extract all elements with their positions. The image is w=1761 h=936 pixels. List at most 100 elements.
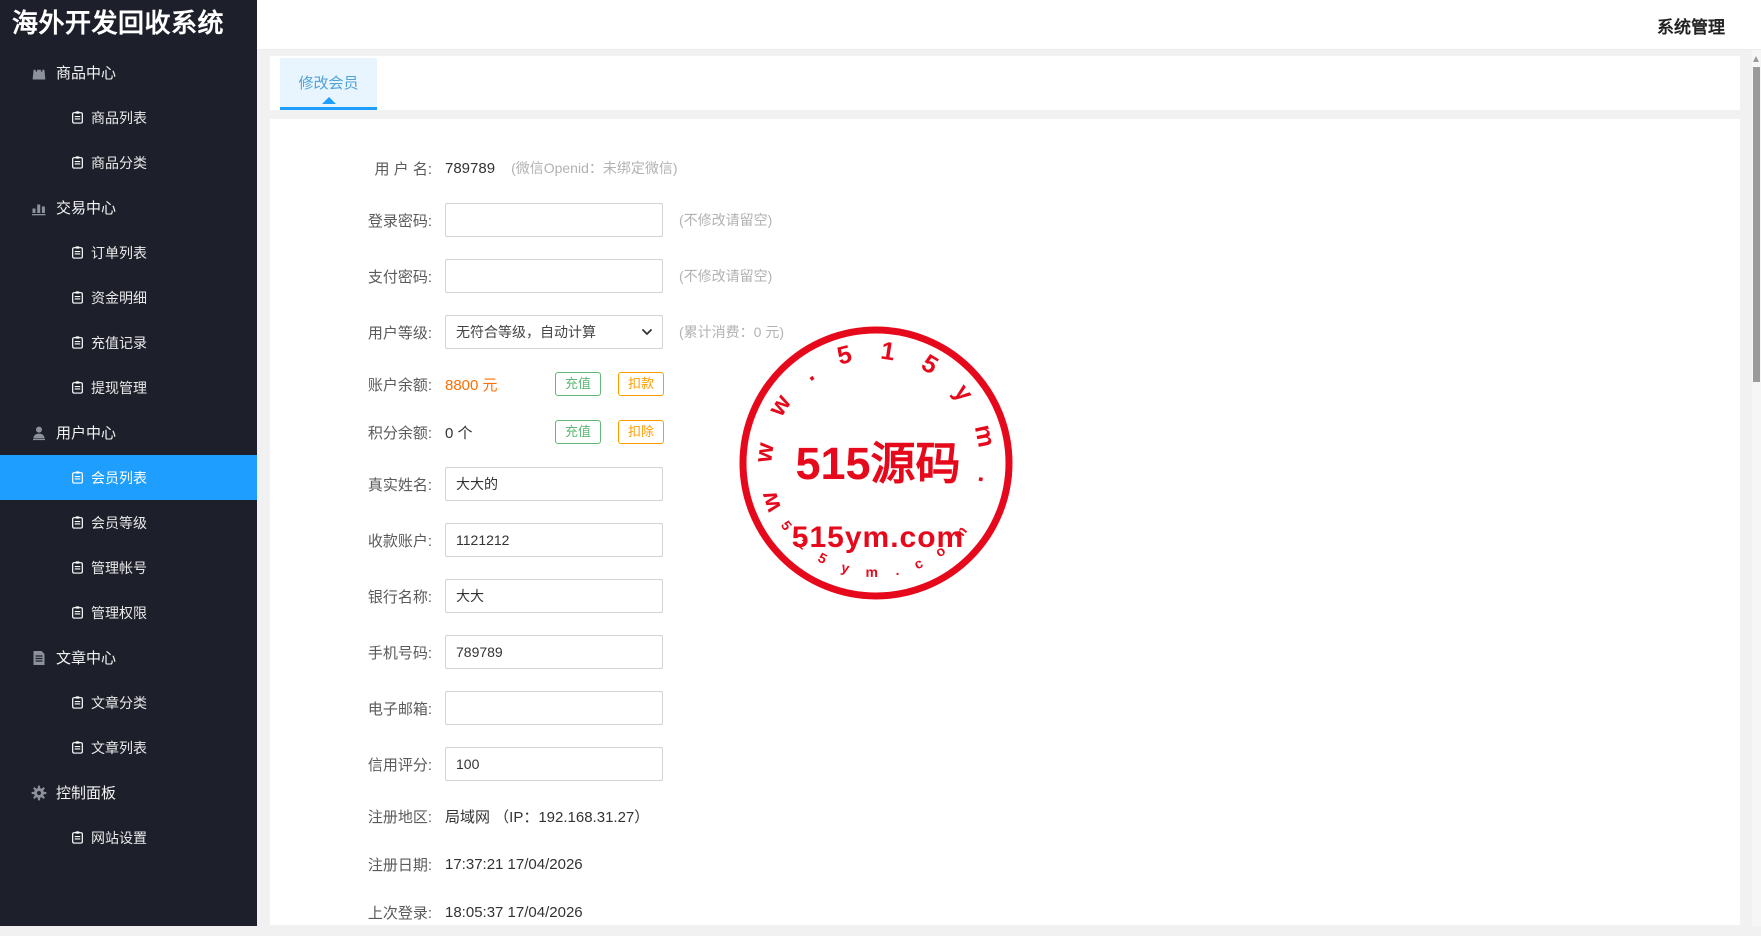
sidebar-item-member-list[interactable]: 会员列表 xyxy=(0,455,257,500)
user-icon xyxy=(31,425,47,441)
sidebar-item-label: 商品中心 xyxy=(56,62,116,83)
row-credit-score: 信用评分: xyxy=(270,736,1740,792)
form-icon xyxy=(71,246,84,259)
sidebar-item-admin-permission[interactable]: 管理权限 xyxy=(0,590,257,635)
sidebar-item-label: 充值记录 xyxy=(91,333,147,353)
sidebar-item-withdraw-manage[interactable]: 提现管理 xyxy=(0,365,257,410)
sidebar-item-goods-center[interactable]: 商品中心 xyxy=(0,50,257,95)
user-level-selected: 无符合等级，自动计算 xyxy=(456,322,596,342)
row-phone: 手机号码: xyxy=(270,624,1740,680)
form-icon xyxy=(71,606,84,619)
register-date-label: 注册日期: xyxy=(270,854,432,875)
credit-score-label: 信用评分: xyxy=(270,754,432,775)
shop-bag-icon xyxy=(31,65,47,81)
user-level-hint: (累计消费：0 元) xyxy=(679,322,784,342)
user-level-select[interactable]: 无符合等级，自动计算 xyxy=(445,315,663,349)
form-icon xyxy=(71,741,84,754)
credit-score-input[interactable] xyxy=(445,747,663,781)
bank-name-label: 银行名称: xyxy=(270,586,432,607)
row-real-name: 真实姓名: xyxy=(270,456,1740,512)
sidebar-item-label: 订单列表 xyxy=(91,243,147,263)
pay-password-label: 支付密码: xyxy=(270,266,432,287)
form-icon xyxy=(71,156,84,169)
row-register-region: 注册地区: 局域网 （IP：192.168.31.27） xyxy=(270,792,1740,840)
sidebar-item-label: 用户中心 xyxy=(56,422,116,443)
document-icon xyxy=(31,650,47,666)
sidebar-item-admin-account[interactable]: 管理帐号 xyxy=(0,545,257,590)
form-icon xyxy=(71,696,84,709)
sidebar-item-label: 文章列表 xyxy=(91,738,147,758)
row-login-password: 登录密码: (不修改请留空) xyxy=(270,192,1740,248)
sidebar-item-control-panel[interactable]: 控制面板 xyxy=(0,770,257,815)
scroll-up-icon[interactable] xyxy=(1753,56,1759,62)
sidebar-item-trade-center[interactable]: 交易中心 xyxy=(0,185,257,230)
login-password-input[interactable] xyxy=(445,203,663,237)
login-password-hint: (不修改请留空) xyxy=(679,210,772,230)
points-value: 0 个 xyxy=(445,422,555,443)
last-login-value: 18:05:37 17/04/2026 xyxy=(445,904,583,921)
sidebar-item-article-category[interactable]: 文章分类 xyxy=(0,680,257,725)
phone-input[interactable] xyxy=(445,635,663,669)
sidebar-item-user-center[interactable]: 用户中心 xyxy=(0,410,257,455)
email-input[interactable] xyxy=(445,691,663,725)
form-icon xyxy=(71,336,84,349)
sidebar-item-label: 控制面板 xyxy=(56,782,116,803)
form-icon xyxy=(71,291,84,304)
sidebar-item-label: 网站设置 xyxy=(91,828,147,848)
sidebar-item-label: 交易中心 xyxy=(56,197,116,218)
chevron-down-icon xyxy=(641,326,653,338)
sidebar-item-order-list[interactable]: 订单列表 xyxy=(0,230,257,275)
bank-name-input[interactable] xyxy=(445,579,663,613)
balance-value: 8800 元 xyxy=(445,374,555,395)
payment-account-input[interactable] xyxy=(445,523,663,557)
sidebar-item-recharge-record[interactable]: 充值记录 xyxy=(0,320,257,365)
sidebar-item-site-settings[interactable]: 网站设置 xyxy=(0,815,257,860)
pay-password-input[interactable] xyxy=(445,259,663,293)
row-register-date: 注册日期: 17:37:21 17/04/2026 xyxy=(270,840,1740,888)
row-email: 电子邮箱: xyxy=(270,680,1740,736)
form-icon xyxy=(71,381,84,394)
sidebar-item-goods-list[interactable]: 商品列表 xyxy=(0,95,257,140)
sidebar-item-label: 文章分类 xyxy=(91,693,147,713)
login-password-label: 登录密码: xyxy=(270,210,432,231)
row-pay-password: 支付密码: (不修改请留空) xyxy=(270,248,1740,304)
sidebar-item-label: 资金明细 xyxy=(91,288,147,308)
sidebar-item-label: 提现管理 xyxy=(91,378,147,398)
balance-label: 账户余额: xyxy=(270,374,432,395)
points-label: 积分余额: xyxy=(270,422,432,443)
register-region-value: 局域网 （IP：192.168.31.27） xyxy=(445,806,649,827)
tab-bar: 修改会员 xyxy=(269,55,1741,111)
points-deduct-button[interactable]: 扣除 xyxy=(618,420,664,444)
sidebar-item-label: 管理权限 xyxy=(91,603,147,623)
register-region-label: 注册地区: xyxy=(270,806,432,827)
points-recharge-button[interactable]: 充值 xyxy=(555,420,601,444)
tab-label: 修改会员 xyxy=(298,72,358,93)
sidebar-item-member-level[interactable]: 会员等级 xyxy=(0,500,257,545)
balance-deduct-button[interactable]: 扣款 xyxy=(618,372,664,396)
row-payment-account: 收款账户: xyxy=(270,512,1740,568)
phone-label: 手机号码: xyxy=(270,642,432,663)
app-title: 海外开发回收系统 xyxy=(0,0,257,50)
last-login-label: 上次登录: xyxy=(270,902,432,923)
row-last-login: 上次登录: 18:05:37 17/04/2026 xyxy=(270,888,1740,936)
sidebar: 海外开发回收系统 商品中心 商品列表 商品分类 交易中心 订单列表 xyxy=(0,0,257,926)
username-label: 用 户 名: xyxy=(270,158,432,179)
system-admin-menu[interactable]: 系统管理 xyxy=(1657,13,1725,38)
email-label: 电子邮箱: xyxy=(270,698,432,719)
pay-password-hint: (不修改请留空) xyxy=(679,266,772,286)
real-name-input[interactable] xyxy=(445,467,663,501)
sidebar-item-goods-category[interactable]: 商品分类 xyxy=(0,140,257,185)
scrollbar-thumb[interactable] xyxy=(1753,67,1760,382)
sidebar-item-label: 会员列表 xyxy=(91,468,147,488)
sidebar-item-article-center[interactable]: 文章中心 xyxy=(0,635,257,680)
payment-account-label: 收款账户: xyxy=(270,530,432,551)
sidebar-item-fund-detail[interactable]: 资金明细 xyxy=(0,275,257,320)
row-username: 用 户 名: 789789 (微信Openid：未绑定微信) xyxy=(270,144,1740,192)
username-value: 789789 xyxy=(445,160,495,177)
sidebar-item-article-list[interactable]: 文章列表 xyxy=(0,725,257,770)
gear-icon xyxy=(31,785,47,801)
balance-recharge-button[interactable]: 充值 xyxy=(555,372,601,396)
real-name-label: 真实姓名: xyxy=(270,474,432,495)
form-icon xyxy=(71,561,84,574)
tab-edit-member[interactable]: 修改会员 xyxy=(280,58,377,110)
